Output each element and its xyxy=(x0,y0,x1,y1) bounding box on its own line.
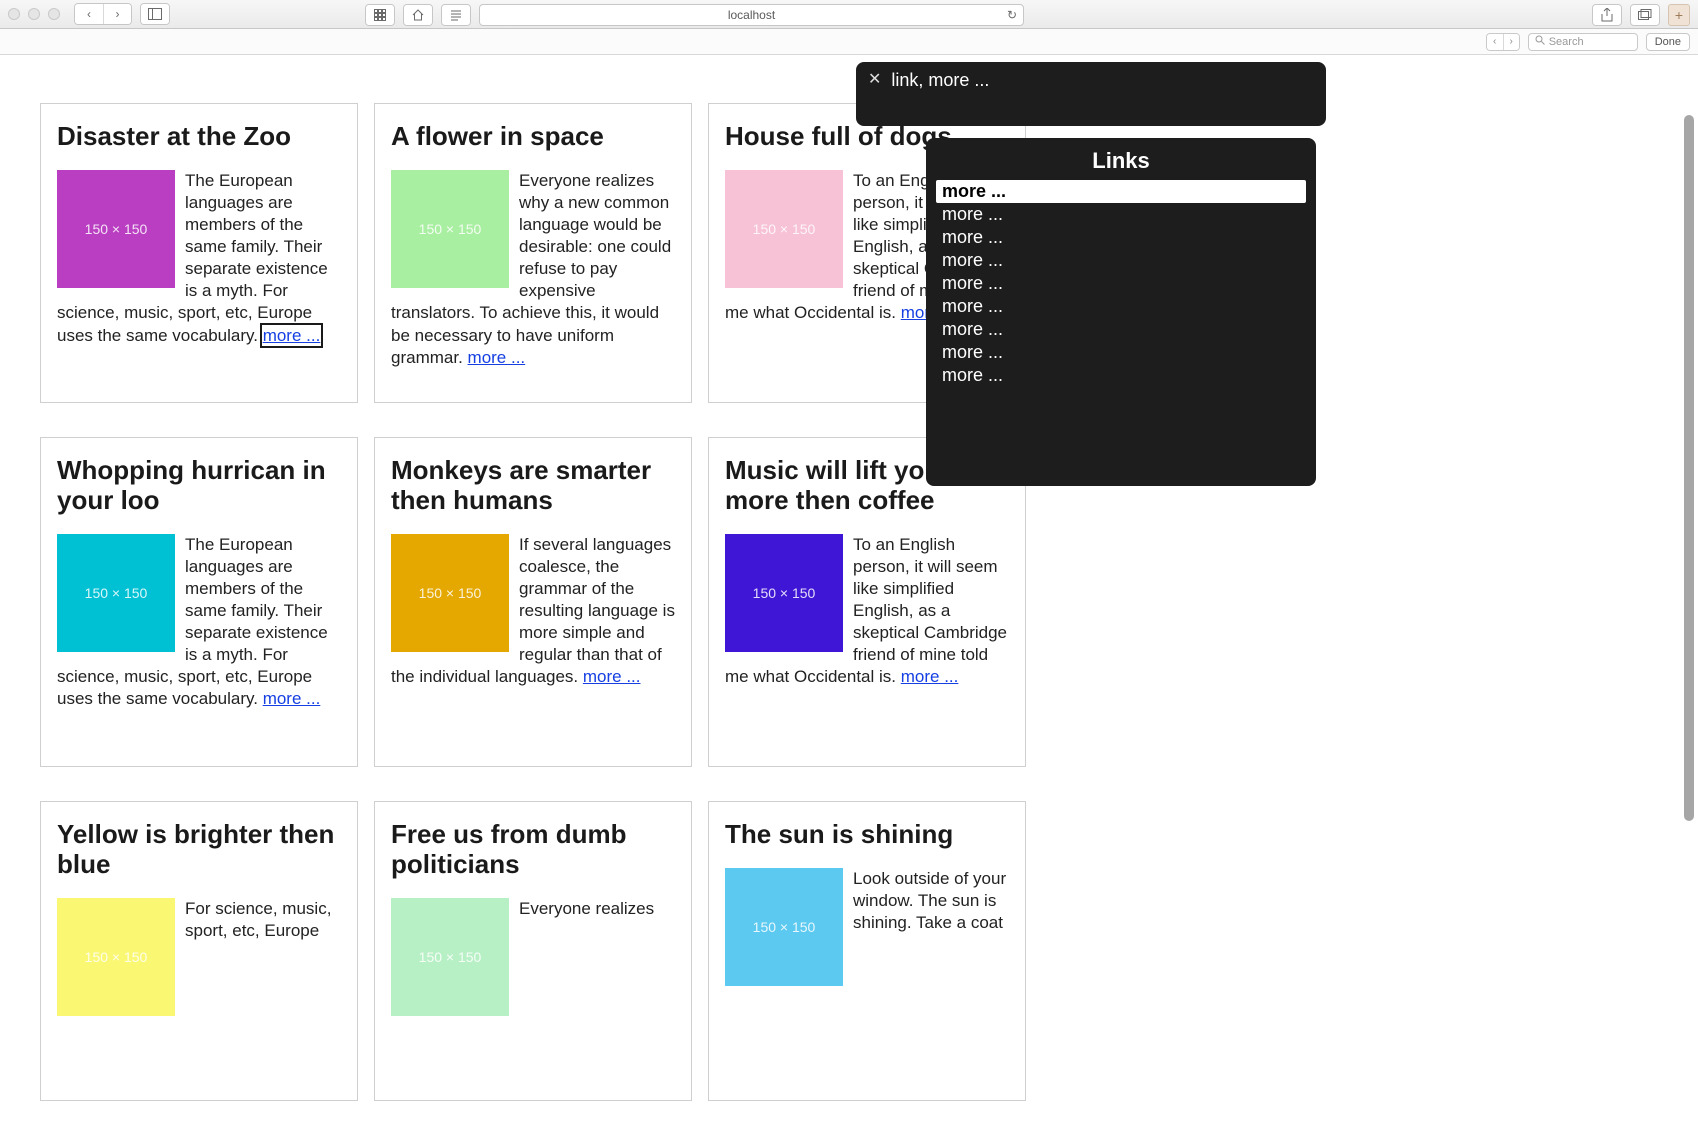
nav-back-forward: ‹ › xyxy=(74,3,132,25)
search-icon xyxy=(1535,35,1545,48)
article-body: 150 × 150Look outside of your window. Th… xyxy=(725,868,1009,934)
placeholder-image: 150 × 150 xyxy=(57,898,175,1016)
rotor-item[interactable]: more ... xyxy=(936,295,1306,318)
done-button[interactable]: Done xyxy=(1646,33,1690,51)
article-card: Monkeys are smarter then humans 150 × 150… xyxy=(374,437,692,767)
article-card: Whopping hurrican in your loo 150 × 150Th… xyxy=(40,437,358,767)
rotor-item[interactable]: more ... xyxy=(936,249,1306,272)
article-card: The sun is shining 150 × 150Look outside … xyxy=(708,801,1026,1101)
done-label: Done xyxy=(1655,36,1681,48)
article-text: Look outside of your window. The sun is … xyxy=(853,869,1006,932)
rotor-nav: ‹ › xyxy=(1486,33,1520,51)
page-content: Disaster at the Zoo 150 × 150The European… xyxy=(0,55,1698,1130)
article-title: Yellow is brighter then blue xyxy=(57,820,341,880)
rotor-item[interactable]: more ... xyxy=(936,341,1306,364)
placeholder-image: 150 × 150 xyxy=(57,170,175,288)
page-viewport: Disaster at the Zoo 150 × 150The European… xyxy=(0,55,1698,1130)
article-card: Free us from dumb politicians150 × 150Ev… xyxy=(374,801,692,1101)
article-title: A flower in space xyxy=(391,122,675,152)
article-body: 150 × 150To an English person, it will s… xyxy=(725,534,1009,689)
close-icon[interactable] xyxy=(8,8,20,20)
placeholder-image: 150 × 150 xyxy=(391,170,509,288)
minimize-icon[interactable] xyxy=(28,8,40,20)
article-text: Everyone realizes xyxy=(519,899,654,918)
article-card: Disaster at the Zoo 150 × 150The European… xyxy=(40,103,358,403)
article-title: Monkeys are smarter then humans xyxy=(391,456,675,516)
rotor-item[interactable]: more ... xyxy=(936,180,1306,203)
placeholder-image: 150 × 150 xyxy=(725,534,843,652)
more-link[interactable]: more ... xyxy=(263,326,321,345)
window-controls xyxy=(8,8,60,20)
article-card: Yellow is brighter then blue 150 × 150For… xyxy=(40,801,358,1101)
search-input[interactable]: Search xyxy=(1528,33,1638,51)
article-body: 150 × 150The European languages are memb… xyxy=(57,170,341,347)
rotor-item[interactable]: more ... xyxy=(936,364,1306,387)
rotor-item[interactable]: more ... xyxy=(936,272,1306,295)
more-link[interactable]: more ... xyxy=(901,667,959,686)
sidebar-icon[interactable] xyxy=(141,4,169,24)
browser-toolbar: ‹ › localhost xyxy=(0,0,1698,29)
right-toolbar: + xyxy=(1592,4,1690,26)
address-bar[interactable]: localhost ↻ xyxy=(479,4,1024,26)
find-bar: ‹ › Search Done xyxy=(0,29,1698,55)
rotor-title: Links xyxy=(936,148,1306,174)
article-title: Whopping hurrican in your loo xyxy=(57,456,341,516)
rotor-next-button[interactable]: › xyxy=(1503,34,1519,50)
placeholder-image: 150 × 150 xyxy=(391,534,509,652)
more-link[interactable]: more ... xyxy=(583,667,641,686)
new-tab-button[interactable]: + xyxy=(1668,4,1690,26)
back-button[interactable]: ‹ xyxy=(75,4,103,24)
forward-button[interactable]: › xyxy=(103,4,131,24)
search-placeholder: Search xyxy=(1549,36,1584,48)
show-tabs-icon[interactable] xyxy=(1631,5,1659,25)
scrollbar[interactable] xyxy=(1684,115,1694,1124)
rotor-list: more ...more ...more ...more ...more ...… xyxy=(936,180,1306,476)
article-text: For science, music, sport, etc, Europe xyxy=(185,899,331,940)
article-title: The sun is shining xyxy=(725,820,1009,850)
reload-icon[interactable]: ↻ xyxy=(1007,8,1017,22)
rotor-panel: Links more ...more ...more ...more ...mo… xyxy=(926,138,1316,486)
placeholder-image: 150 × 150 xyxy=(725,868,843,986)
placeholder-image: 150 × 150 xyxy=(391,898,509,1016)
placeholder-image: 150 × 150 xyxy=(57,534,175,652)
share-icon[interactable] xyxy=(1593,5,1621,25)
article-body: 150 × 150If several languages coalesce, … xyxy=(391,534,675,689)
article-title: Free us from dumb politicians xyxy=(391,820,675,880)
article-card: A flower in space 150 × 150Everyone reali… xyxy=(374,103,692,403)
article-body: 150 × 150For science, music, sport, etc,… xyxy=(57,898,341,942)
more-link[interactable]: more ... xyxy=(468,348,526,367)
maximize-icon[interactable] xyxy=(48,8,60,20)
rotor-item[interactable]: more ... xyxy=(936,226,1306,249)
top-sites-icon[interactable] xyxy=(366,5,394,25)
voiceover-panel: ✕ link, more ... xyxy=(856,62,1326,126)
sidebar-toggle-group xyxy=(140,3,170,25)
article-body: 150 × 150The European languages are memb… xyxy=(57,534,341,711)
close-icon[interactable]: ✕ xyxy=(868,72,881,88)
voiceover-text: link, more ... xyxy=(891,70,989,91)
article-body: 150 × 150Everyone realizes why a new com… xyxy=(391,170,675,369)
article-body: 150 × 150Everyone realizes xyxy=(391,898,675,920)
rotor-item[interactable]: more ... xyxy=(936,203,1306,226)
url-text: localhost xyxy=(728,8,775,22)
rotor-item[interactable]: more ... xyxy=(936,318,1306,341)
reader-icon[interactable] xyxy=(442,5,470,25)
rotor-prev-button[interactable]: ‹ xyxy=(1487,34,1503,50)
placeholder-image: 150 × 150 xyxy=(725,170,843,288)
article-card: Music will lift you more then coffee150 … xyxy=(708,437,1026,767)
center-toolbar: localhost ↻ xyxy=(365,4,1024,26)
more-link[interactable]: more ... xyxy=(263,689,321,708)
article-title: Disaster at the Zoo xyxy=(57,122,341,152)
article-grid: Disaster at the Zoo 150 × 150The European… xyxy=(40,103,1658,1101)
home-icon[interactable] xyxy=(404,5,432,25)
scrollbar-thumb[interactable] xyxy=(1684,115,1694,821)
